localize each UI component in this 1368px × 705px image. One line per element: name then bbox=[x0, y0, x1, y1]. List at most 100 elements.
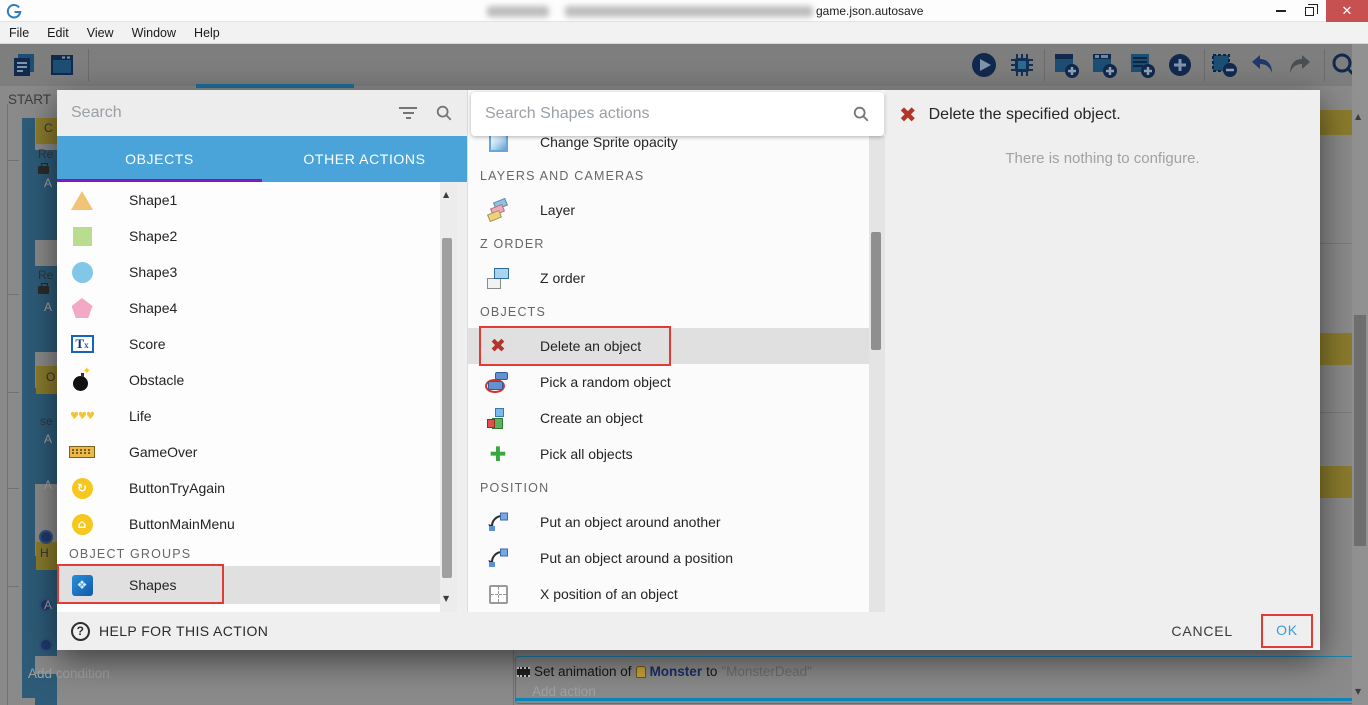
hearts-icon: ♥♥♥ bbox=[69, 404, 95, 428]
screen: { "window": { "title_visible": "game.jso… bbox=[0, 0, 1368, 705]
events-vertical-scrollbar[interactable]: ▲ ▼ bbox=[1352, 44, 1368, 705]
add-event-icon[interactable] bbox=[1052, 51, 1080, 79]
list-item[interactable]: Layer bbox=[468, 192, 869, 228]
list-item[interactable]: ⌂ButtonMainMenu bbox=[57, 506, 440, 542]
list-item[interactable]: ✖Delete an object bbox=[468, 328, 869, 364]
add-condition-link[interactable]: Add condition bbox=[28, 666, 110, 681]
objects-list-scrollbar[interactable]: ▲ ▼ bbox=[440, 182, 457, 612]
menu-help[interactable]: Help bbox=[194, 26, 220, 40]
event-text-fragment: A bbox=[44, 176, 52, 190]
event-text-fragment: A bbox=[44, 432, 52, 446]
list-item[interactable]: Put an object around another bbox=[468, 504, 869, 540]
project-manager-icon[interactable] bbox=[10, 51, 38, 79]
list-item[interactable]: ♥♥♥Life bbox=[57, 398, 440, 434]
scrollbar-thumb[interactable] bbox=[1354, 315, 1366, 546]
list-item[interactable]: GameOver bbox=[57, 434, 440, 470]
filter-icon[interactable] bbox=[399, 107, 417, 119]
tab-other-actions[interactable]: OTHER ACTIONS bbox=[262, 136, 467, 182]
add-subevent-icon[interactable] bbox=[1090, 51, 1118, 79]
toolbar-separator bbox=[1204, 49, 1205, 81]
scene-window-icon[interactable] bbox=[48, 51, 76, 79]
remove-selection-icon[interactable] bbox=[1210, 51, 1238, 79]
event-text-fragment: se bbox=[40, 414, 53, 428]
around-icon bbox=[486, 546, 510, 570]
actions-search-bar[interactable]: Search Shapes actions bbox=[471, 92, 884, 136]
menu-bar: File Edit View Window Help bbox=[0, 22, 1368, 44]
list-item[interactable]: Shape1 bbox=[57, 182, 440, 218]
minimize-button[interactable] bbox=[1266, 0, 1296, 22]
add-circle-icon[interactable] bbox=[1166, 51, 1194, 79]
briefcase-icon bbox=[38, 286, 49, 294]
event-indent-bar bbox=[22, 118, 35, 698]
event-text-fragment: Re bbox=[38, 268, 53, 282]
play-icon[interactable] bbox=[970, 51, 998, 79]
briefcase-icon bbox=[38, 166, 49, 174]
menu-file[interactable]: File bbox=[9, 26, 29, 40]
list-item[interactable]: ✦Obstacle bbox=[57, 362, 440, 398]
list-item[interactable]: Shape3 bbox=[57, 254, 440, 290]
list-item[interactable]: ✚Pick all objects bbox=[468, 436, 869, 472]
event-tree-line bbox=[7, 488, 19, 489]
list-item[interactable]: TxScore bbox=[57, 326, 440, 362]
tab-objects[interactable]: OBJECTS bbox=[57, 136, 262, 182]
scroll-down-arrow[interactable]: ▼ bbox=[443, 594, 449, 603]
actions-list-scrollbar[interactable] bbox=[869, 136, 886, 612]
action-section-header: Z ORDER bbox=[468, 228, 869, 260]
scrollbar-thumb[interactable] bbox=[442, 238, 452, 578]
list-item-label: Put an object around another bbox=[540, 514, 721, 530]
list-item-label: Score bbox=[129, 336, 166, 352]
event-action-row[interactable]: Set animation of Monster to "MonsterDead… bbox=[517, 664, 812, 679]
delete-action-icon: ✖ bbox=[899, 103, 917, 127]
gear-icon bbox=[41, 640, 51, 650]
nothing-to-configure-message: There is nothing to configure. bbox=[885, 150, 1320, 167]
restore-button[interactable] bbox=[1294, 0, 1324, 22]
scrollbar-thumb[interactable] bbox=[871, 232, 881, 350]
list-item-label: Layer bbox=[540, 202, 575, 218]
actions-search-input[interactable]: Search Shapes actions bbox=[485, 105, 852, 123]
list-item[interactable]: Pick a random object bbox=[468, 364, 869, 400]
list-item-label: Pick a random object bbox=[540, 374, 671, 390]
menu-view[interactable]: View bbox=[87, 26, 114, 40]
add-action-link[interactable]: Add action bbox=[532, 684, 596, 699]
comment-event-row bbox=[1320, 466, 1352, 498]
ok-button[interactable]: OK bbox=[1276, 622, 1298, 638]
list-item[interactable]: Shape4 bbox=[57, 290, 440, 326]
list-item-label: Shape3 bbox=[129, 264, 177, 280]
event-tree-line bbox=[7, 392, 19, 393]
event-tree-line bbox=[7, 586, 19, 587]
close-button[interactable]: ✕ bbox=[1326, 0, 1368, 22]
menu-window[interactable]: Window bbox=[132, 26, 176, 40]
list-item[interactable]: ❖Shapes bbox=[57, 566, 440, 604]
list-item[interactable]: ↻ButtonTryAgain bbox=[57, 470, 440, 506]
scroll-up-arrow[interactable]: ▲ bbox=[443, 190, 449, 199]
list-item[interactable]: Z order bbox=[468, 260, 869, 296]
list-item-label: ButtonMainMenu bbox=[129, 516, 235, 532]
event-text-fragment: A bbox=[44, 598, 52, 612]
menu-edit[interactable]: Edit bbox=[47, 26, 69, 40]
objects-search-input[interactable]: Search bbox=[71, 104, 399, 122]
action-section-header: LAYERS AND CAMERAS bbox=[468, 160, 869, 192]
list-item-label: GameOver bbox=[129, 444, 197, 460]
undo-icon[interactable] bbox=[1248, 51, 1276, 79]
list-item[interactable]: Shape2 bbox=[57, 218, 440, 254]
scroll-down-arrow[interactable]: ▼ bbox=[1355, 687, 1361, 696]
add-comment-icon[interactable] bbox=[1128, 51, 1156, 79]
title-bar: game.json.autosave ✕ bbox=[0, 0, 1368, 22]
scroll-up-arrow[interactable]: ▲ bbox=[1355, 112, 1361, 121]
help-for-this-action-button[interactable]: ? HELP FOR THIS ACTION bbox=[71, 622, 268, 641]
debug-icon[interactable] bbox=[1008, 51, 1036, 79]
list-item[interactable]: X position of an object bbox=[468, 576, 869, 612]
list-item[interactable]: Create an object bbox=[468, 400, 869, 436]
monster-object-icon bbox=[636, 666, 646, 678]
event-text-fragment: A bbox=[44, 300, 52, 314]
cancel-button[interactable]: CANCEL bbox=[1171, 623, 1233, 639]
action-value: "MonsterDead" bbox=[721, 664, 812, 679]
toolbar-separator bbox=[1324, 49, 1325, 81]
event-tree-line bbox=[7, 160, 19, 161]
list-item[interactable]: Put an object around a position bbox=[468, 540, 869, 576]
redo-icon[interactable] bbox=[1286, 51, 1314, 79]
square-icon bbox=[69, 224, 95, 248]
objects-search-bar[interactable]: Search bbox=[57, 90, 467, 136]
event-divider bbox=[1320, 243, 1352, 244]
bomb-icon: ✦ bbox=[69, 368, 95, 392]
